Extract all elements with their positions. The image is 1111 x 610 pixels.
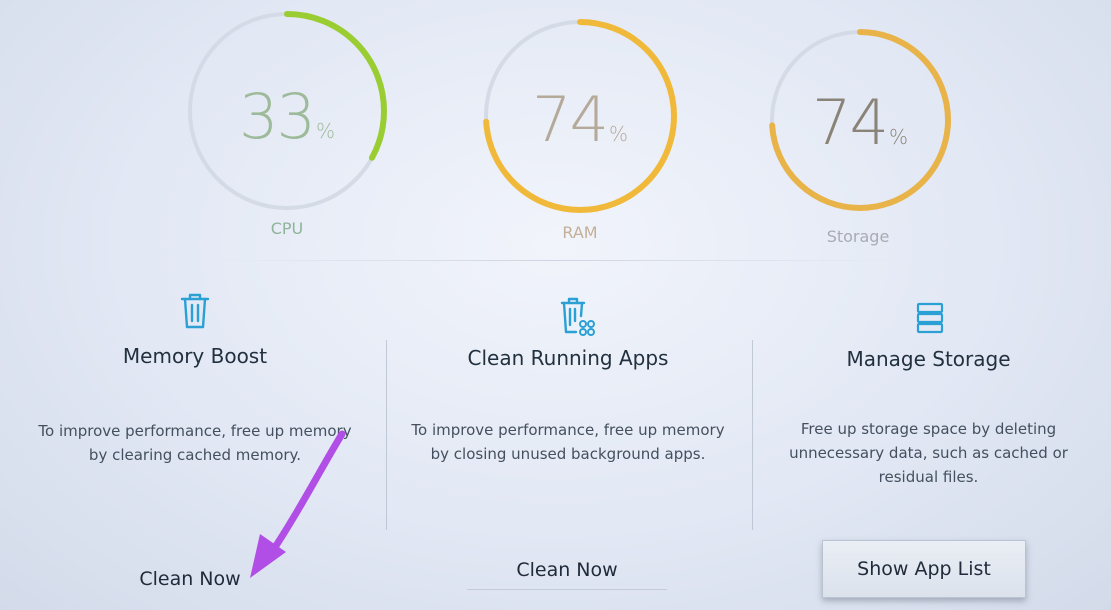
storage-icon [916,302,944,334]
column-divider-2 [752,340,753,530]
cpu-gauge: 33% [186,10,388,212]
ram-label: RAM [562,223,598,242]
clean-running-apps-description: To improve performance, free up memory b… [411,421,725,463]
clean-running-apps-card: Clean Running Apps To improve performanc… [390,290,746,610]
ram-value: 74% [532,83,628,156]
cpu-value: 33% [239,80,335,153]
trash-apps-icon [560,297,595,336]
clean-running-apps-clean-now-button[interactable]: Clean Now [467,550,667,590]
storage-label: Storage [826,227,890,246]
ram-gauge: 74% [482,18,678,214]
column-divider-1 [386,340,387,530]
trash-icon [180,293,210,329]
memory-boost-title: Memory Boost [122,344,268,368]
storage-gauge: 74% [768,28,952,212]
annotation-arrow [250,430,346,578]
manage-storage-card: Manage Storage Free up storage space by … [756,290,1101,610]
storage-value: 74% [812,86,908,159]
cpu-label: CPU [270,219,304,238]
show-app-list-button[interactable]: Show App List [822,540,1026,598]
manage-storage-description: Free up storage space by deleting unnece… [789,420,1068,486]
section-divider [210,260,900,261]
manage-storage-title: Manage Storage [846,347,1011,371]
clean-running-apps-title: Clean Running Apps [467,346,669,370]
memory-boost-clean-now-button[interactable]: Clean Now [120,562,260,596]
